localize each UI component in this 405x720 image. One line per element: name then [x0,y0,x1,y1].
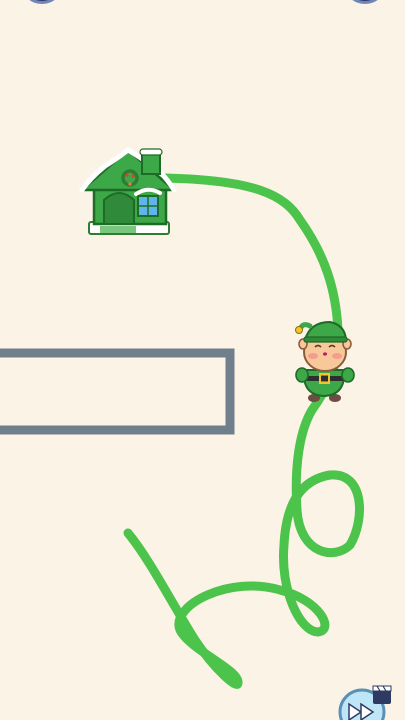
video-clapper-icon [372,685,392,704]
game-canvas[interactable] [0,0,405,720]
wall-obstacle [0,348,235,435]
house-goal [79,146,177,235]
elf-character[interactable] [295,320,355,402]
skip-level-button[interactable] [338,685,392,720]
